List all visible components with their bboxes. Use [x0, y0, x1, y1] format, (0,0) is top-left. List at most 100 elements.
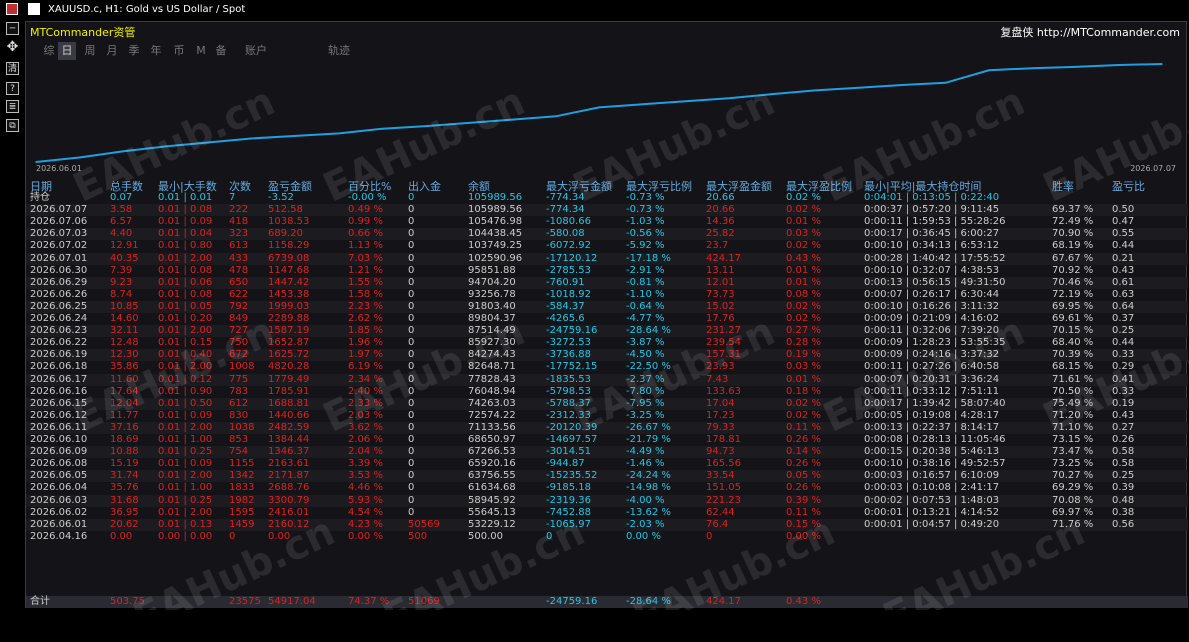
cell-3: 1833: [229, 482, 255, 494]
col-header-12[interactable]: 最小|平均|最大持仓时间: [864, 178, 981, 193]
cell-7: 93256.78: [468, 288, 516, 300]
brand-link[interactable]: 复盘侠 http://MTCommander.com: [1000, 24, 1180, 40]
tab-1[interactable]: 日: [58, 42, 76, 60]
cell-6: 0: [408, 216, 415, 228]
cell-2: 0.01 | 0.09: [158, 458, 213, 470]
total-cell-10: 424.17: [706, 596, 741, 607]
table-row: 2026.06.19 12.30 0.01 | 0.40 672 1625.72 1.97…: [26, 349, 1188, 362]
cell-11: 0.01 %: [786, 276, 821, 288]
cell-10: 76.4: [706, 518, 729, 530]
tab-9[interactable]: 账户: [236, 42, 276, 60]
cell-11: 0.18 %: [786, 385, 821, 397]
col-header-7[interactable]: 余额: [468, 178, 490, 193]
minimize-icon[interactable]: ─: [6, 22, 19, 35]
total-cell-1: 503.75: [110, 596, 145, 607]
restore-icon[interactable]: [28, 3, 40, 15]
move-icon[interactable]: ✥: [6, 40, 19, 54]
cell-10: 178.81: [706, 434, 741, 445]
tab-2[interactable]: 周: [81, 42, 99, 60]
col-header-10[interactable]: 最大浮盈金额: [706, 178, 772, 193]
cell-13: 71.76 %: [1052, 518, 1094, 530]
total-cell-3: 23575: [229, 596, 261, 607]
cell-11: 0.02 %: [786, 409, 821, 421]
cell-11: 0.01 %: [786, 373, 821, 385]
cell-11: 0.02 %: [786, 397, 821, 409]
cell-8: -2785.53: [546, 264, 591, 276]
cell-8: -1080.66: [546, 216, 591, 228]
cell-1: 10.88: [110, 446, 139, 458]
cell-4: 1038.53: [268, 216, 310, 228]
col-header-13[interactable]: 胜率: [1052, 178, 1074, 193]
cell-2: 0.01 | 0.20: [158, 313, 213, 324]
cell-9: -1.46 %: [626, 458, 665, 470]
cell-12: 0:00:01 | 0:04:57 | 0:49:20: [864, 518, 1000, 530]
tab-3[interactable]: 月: [103, 42, 121, 60]
cell-2: 0.01 | 0.01: [158, 192, 213, 203]
col-header-9[interactable]: 最大浮亏比例: [626, 178, 692, 193]
col-header-1[interactable]: 总手数: [110, 178, 143, 193]
cell-7: 105989.56: [468, 192, 523, 203]
cell-12: 0:00:08 | 0:28:13 | 11:05:46: [864, 434, 1006, 445]
cell-1: 9.23: [110, 276, 133, 288]
help-icon[interactable]: ?: [6, 82, 19, 95]
col-header-0[interactable]: 日期: [30, 178, 52, 193]
equity-point: [901, 84, 903, 86]
tab-7[interactable]: M: [192, 42, 210, 60]
cell-8: -5788.37: [546, 397, 591, 409]
cell-3: 1595: [229, 506, 255, 518]
tab-8[interactable]: 备: [212, 42, 230, 60]
cell-3: 750: [229, 337, 249, 349]
tab-0[interactable]: 综: [40, 42, 58, 60]
tab-5[interactable]: 年: [147, 42, 165, 60]
col-header-2[interactable]: 最小|大手数: [158, 178, 217, 193]
cell-14: 0.43: [1112, 409, 1135, 421]
cell-4: 2171.87: [268, 470, 310, 482]
chart-window-icon: [6, 3, 18, 15]
cell-6: 0: [408, 337, 415, 349]
col-header-8[interactable]: 最大浮亏金额: [546, 178, 612, 193]
col-header-4[interactable]: 盈亏金额: [268, 178, 312, 193]
cell-7: 85927.30: [468, 337, 516, 349]
cell-8: -1065.97: [546, 518, 591, 530]
cell-10: 0: [706, 530, 713, 542]
cell-0: 2026.06.11: [30, 421, 88, 433]
cell-4: 1346.37: [268, 446, 310, 458]
cell-11: 0.08 %: [786, 288, 821, 300]
cell-12: 0:00:11 | 0:27:26 | 6:40:58: [864, 361, 1000, 373]
cell-1: 7.39: [110, 264, 133, 276]
cell-1: 37.16: [110, 421, 139, 433]
col-header-11[interactable]: 最大浮盈比例: [786, 178, 852, 193]
cell-13: 70.90 %: [1052, 228, 1094, 240]
cell-11: 0.26 %: [786, 434, 821, 445]
window-icon[interactable]: ⧉: [6, 119, 19, 132]
col-header-14[interactable]: 盈亏比: [1112, 178, 1145, 193]
cell-0: 2026.06.04: [30, 482, 88, 494]
tab-10[interactable]: 轨迹: [324, 42, 354, 60]
cell-14: 0.19: [1112, 397, 1135, 409]
cell-14: 0.61: [1112, 276, 1135, 288]
cell-5: 4.54 %: [348, 506, 383, 518]
cell-3: 754: [229, 446, 249, 458]
cell-1: 14.60: [110, 313, 139, 324]
col-header-3[interactable]: 次数: [229, 178, 251, 193]
cell-8: -24759.16: [546, 325, 598, 337]
cell-5: 2.04 %: [348, 446, 383, 458]
cell-10: 23.7: [706, 240, 729, 252]
settings-icon[interactable]: ≣: [6, 100, 19, 113]
cell-5: 0.66 %: [348, 228, 383, 240]
equity-chart: [35, 63, 1163, 163]
tab-6[interactable]: 币: [170, 42, 188, 60]
cell-7: 53229.12: [468, 518, 516, 530]
cell-6: 0: [408, 252, 415, 264]
cell-11: 0.11 %: [786, 506, 821, 518]
col-header-5[interactable]: 百分比%: [348, 178, 391, 193]
cell-5: 1.21 %: [348, 264, 383, 276]
cell-5: 5.93 %: [348, 494, 383, 506]
clear-icon[interactable]: 清: [6, 62, 19, 75]
tab-4[interactable]: 季: [125, 42, 143, 60]
cell-6: 0: [408, 288, 415, 300]
cell-5: 1.55 %: [348, 276, 383, 288]
cell-3: 7: [229, 192, 236, 203]
cell-14: 0.47: [1112, 216, 1135, 228]
col-header-6[interactable]: 出入金: [408, 178, 441, 193]
